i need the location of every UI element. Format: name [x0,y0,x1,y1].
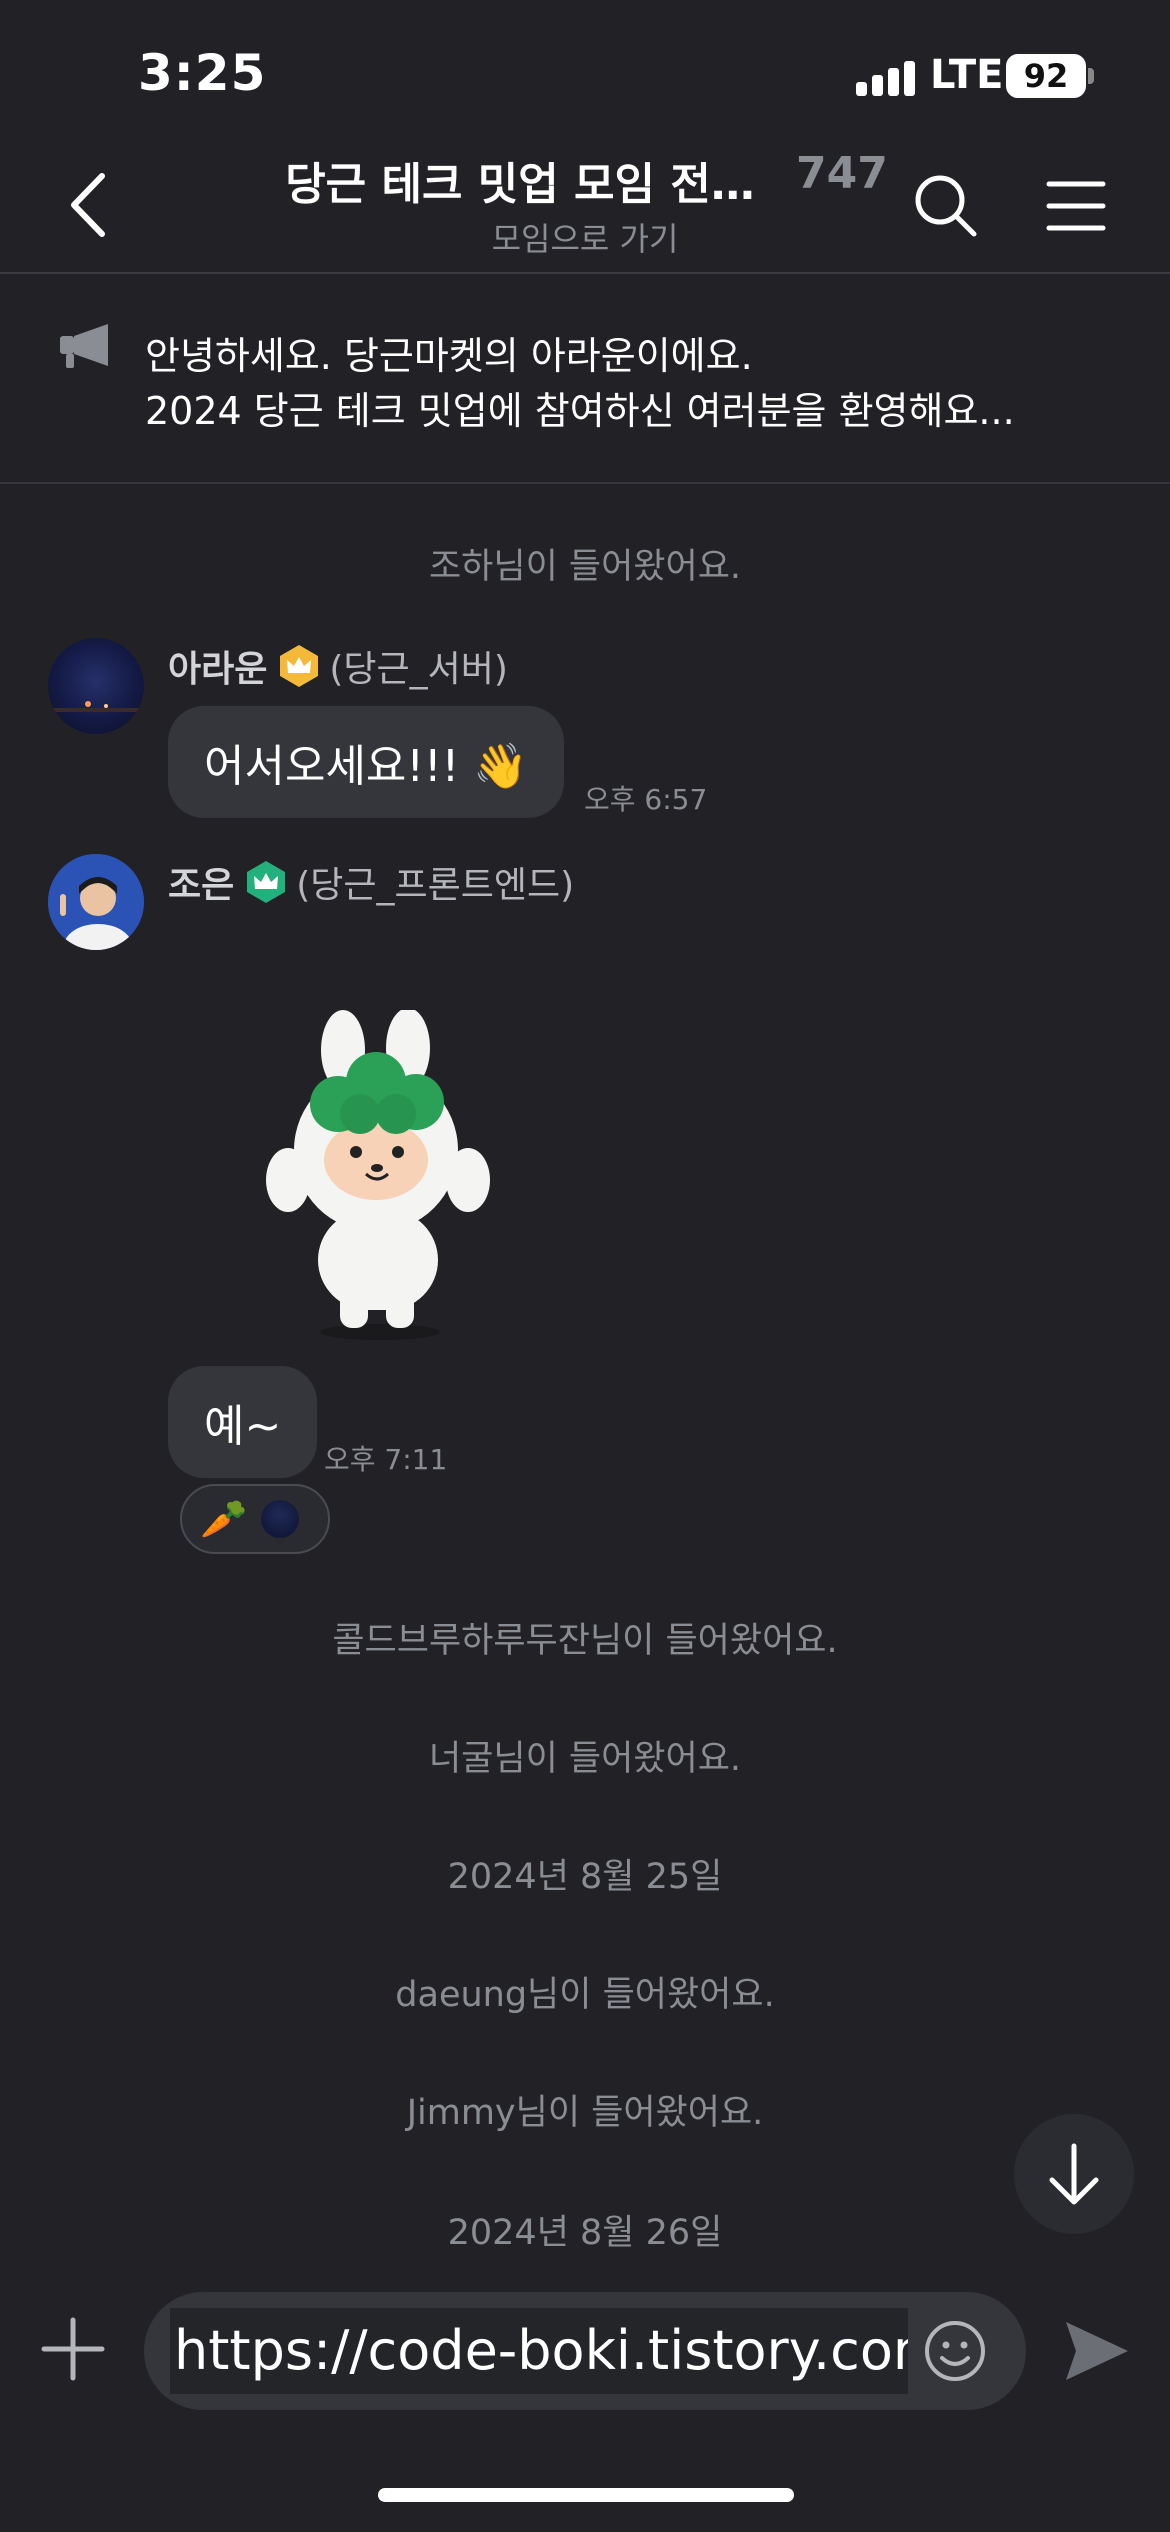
message-bubble[interactable]: 어서오세요!!! 👋 [168,706,565,818]
network-label: LTE [930,52,1004,98]
send-icon[interactable] [1062,2318,1132,2384]
message-input[interactable]: https://code-boki.tistory.com [170,2308,908,2394]
home-indicator [378,2488,794,2502]
crown-badge-icon [280,645,319,687]
arrow-down-icon [1049,2143,1099,2205]
battery-icon: 92 [1006,54,1086,98]
sender-team: (당근_서버) [329,649,508,690]
menu-icon[interactable] [1046,180,1106,232]
emoji-icon[interactable] [922,2318,988,2384]
avatar[interactable] [48,854,144,950]
avatar-person-icon [48,854,144,950]
message-time: 오후 7:11 [324,1443,448,1476]
system-message: 조하님이 들어왔어요. [428,547,742,587]
scroll-to-bottom-button[interactable] [1014,2114,1134,2234]
sender-team: (당근_프론트엔드) [296,865,575,906]
date-divider: 2024년 8월 26일 [447,2213,723,2253]
system-message: 너굴님이 들어왔어요. [428,1739,742,1779]
chat-title[interactable]: 당근 테크 밋업 모임 전… [270,148,770,212]
megaphone-icon [60,324,108,368]
message-time: 오후 6:57 [584,783,708,816]
reactor-avatar [261,1500,300,1538]
notice-divider [0,482,1170,484]
battery-nub [1088,68,1094,84]
signal-icon [856,60,916,96]
message-bubble[interactable]: 예~ [168,1366,318,1478]
plus-icon[interactable] [40,2316,106,2382]
member-count: 747 [796,148,888,199]
sender-line: 아라운 (당근_서버) [168,640,508,692]
nav-divider [0,272,1170,274]
sender-name[interactable]: 아라운 [168,640,267,692]
system-message: 콜드브루하루두잔님이 들어왔어요. [332,1621,838,1661]
search-icon[interactable] [912,172,978,238]
crown-badge-icon [247,861,286,903]
notice-text-line1[interactable]: 안녕하세요. 당근마켓의 아라운이에요. [145,325,753,380]
avatar-night-icon [48,701,144,712]
avatar[interactable] [48,638,144,734]
carrot-reaction-icon: 🥕 [200,1496,248,1541]
go-to-group-link[interactable]: 모임으로 가기 [400,214,770,260]
reaction-chip[interactable]: 🥕 [180,1484,330,1554]
date-divider: 2024년 8월 25일 [447,1857,723,1897]
back-icon[interactable] [62,170,122,240]
sender-name[interactable]: 조은 [168,856,234,908]
system-message: Jimmy님이 들어왔어요. [406,2093,764,2133]
system-message: daeung님이 들어왔어요. [395,1975,775,2015]
status-time: 3:25 [138,44,267,102]
notice-text-line2[interactable]: 2024 당근 테크 밋업에 참여하신 여러분을 환영해요... [145,380,1015,435]
sender-line: 조은 (당근_프론트엔드) [168,856,574,908]
carrot-rabbit-sticker[interactable] [248,1010,508,1350]
